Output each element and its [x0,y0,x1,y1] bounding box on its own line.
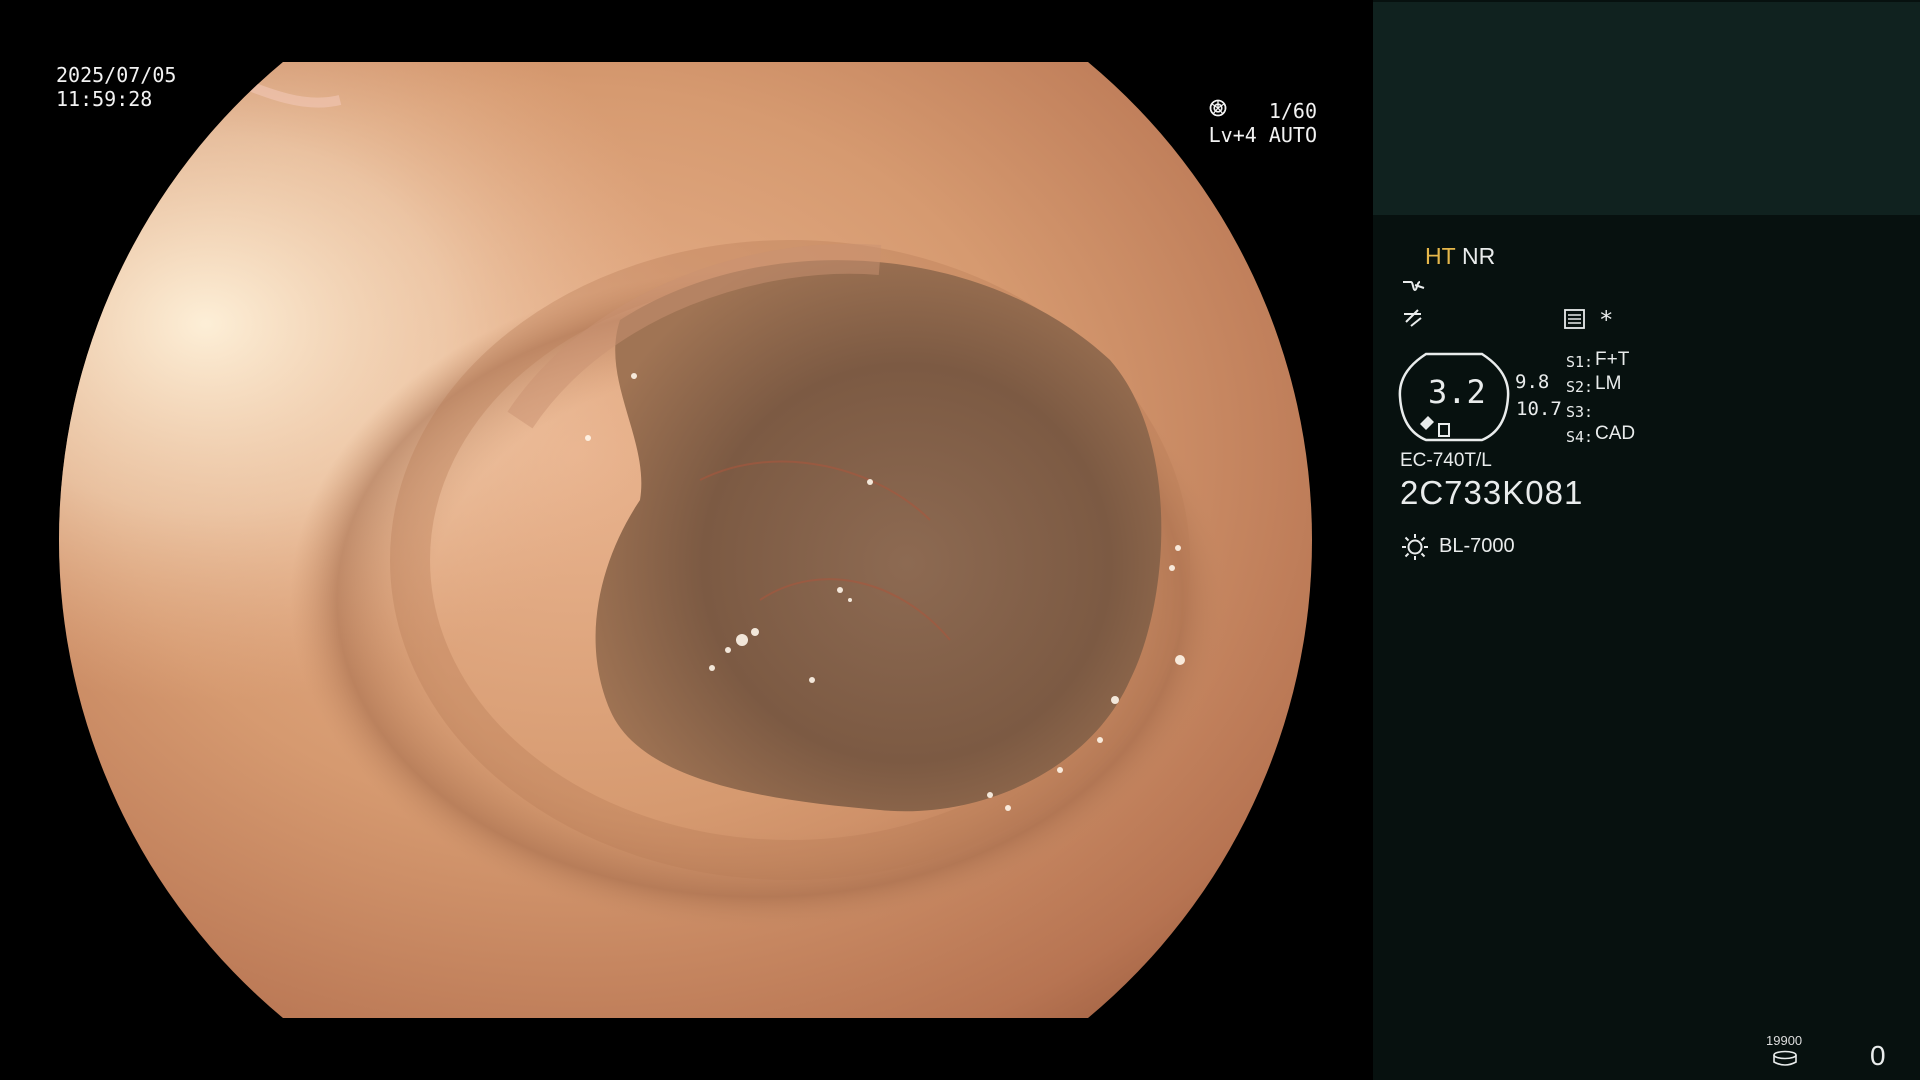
level-text: Lv+4 AUTO [1208,123,1317,147]
zoom-value: 3.2 [1428,373,1486,411]
storage-counter-small: 19900 [1766,1033,1803,1048]
light-source-icon [1400,532,1430,562]
value-b: 10.7 [1516,398,1562,420]
exposure-info: 1/60 Lv+4 AUTO [1209,99,1317,147]
scope-serial: 2C733K081 [1400,474,1584,511]
light-source-model: BL-7000 [1439,535,1515,557]
switch-4-value: CAD [1595,423,1636,444]
level-row: Lv+4 AUTO [1208,99,1317,147]
image-counter: 0 [1870,1040,1886,1071]
mode-nr: NR [1462,243,1496,269]
switch-1-label: S1: [1566,353,1594,371]
switch-4-label: S4: [1566,428,1594,446]
asterisk-mark: * [1599,306,1614,334]
switch-1-value: F+T [1595,349,1630,370]
switch-2-label: S2: [1566,378,1594,396]
time-text: 11:59:28 [56,87,153,111]
color-enhancement-icon [1401,306,1427,330]
structure-enhancement-icon [1401,276,1427,296]
date-text: 2025/07/05 [56,63,177,87]
mode-ht: HT [1425,243,1456,269]
scope-model: EC-740T/L [1400,450,1492,471]
switch-2-value: LM [1595,373,1622,394]
memo-icon [1563,308,1587,330]
shutter-text: 1/60 [1268,99,1317,123]
panel-top-area [1373,2,1920,215]
endoscope-view: 2025/07/05 11:59:28 1/60 Lv+4 AUTO [0,0,1372,1080]
switch-3-label: S3: [1566,403,1594,421]
disk-icon [1772,1050,1798,1068]
value-a: 9.8 [1515,371,1550,393]
datetime: 2025/07/05 11:59:28 [56,63,176,111]
info-panel: HT NR * 3.2 9.8 10.7 S1: F+T S2: LM S3: … [1373,0,1920,1080]
endoscopic-image [58,62,1313,1018]
